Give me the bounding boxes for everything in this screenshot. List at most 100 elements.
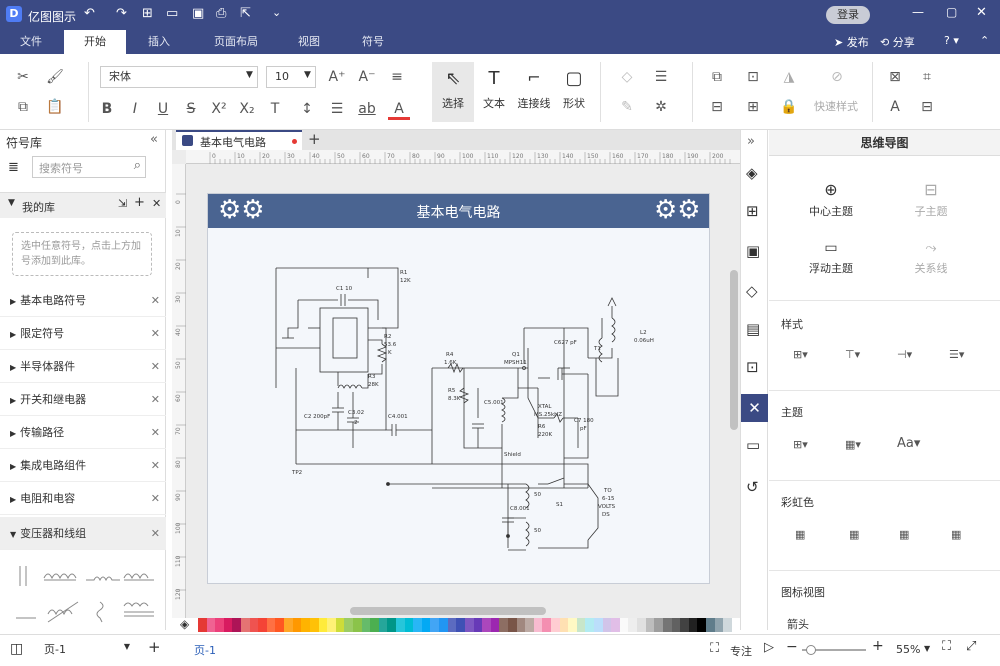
color-swatch[interactable] [327, 618, 336, 632]
color-swatch[interactable] [611, 618, 620, 632]
library-item[interactable]: ▶ 半导体器件 ✕ [0, 350, 166, 383]
color-swatch[interactable] [482, 618, 491, 632]
color-swatch[interactable] [705, 618, 715, 632]
color-swatch[interactable] [688, 618, 698, 632]
grid-icon[interactable]: ⊞ [746, 202, 759, 220]
select-tool[interactable]: ⇖ 选择 [432, 62, 474, 122]
color-swatch[interactable] [714, 618, 724, 632]
history-icon[interactable]: ↺ [746, 478, 759, 496]
color-swatch[interactable] [370, 618, 379, 632]
color-swatch[interactable] [525, 618, 534, 632]
color-swatch[interactable] [645, 618, 655, 632]
cut-icon[interactable]: ✂ [12, 66, 34, 88]
zoom-value[interactable]: 55% [896, 643, 920, 656]
italic-icon[interactable]: I [124, 98, 146, 120]
focus-icon[interactable]: ⛶ [710, 641, 719, 656]
color-swatch[interactable] [266, 618, 276, 632]
library-item[interactable]: ▶ 限定符号 ✕ [0, 317, 166, 350]
collapse-ribbon-icon[interactable]: ⌃ [980, 34, 989, 47]
add-icon[interactable]: + [134, 195, 145, 210]
tab-file[interactable]: 文件 [8, 30, 54, 54]
color-swatch[interactable] [464, 618, 474, 632]
subscript-icon[interactable]: X₂ [236, 98, 258, 120]
color-swatch[interactable] [241, 618, 250, 632]
minimize-icon[interactable]: — [912, 5, 924, 19]
close-icon[interactable]: ✕ [152, 197, 161, 210]
color-swatch[interactable] [654, 618, 663, 632]
bold-icon[interactable]: B [96, 98, 118, 120]
fullscreen-icon[interactable]: ⤢ [966, 639, 976, 654]
underline-icon[interactable]: U [152, 98, 174, 120]
search-input[interactable]: 搜索符号 [39, 160, 83, 176]
shape-tool[interactable]: ▢ 形状 [558, 62, 590, 122]
color-swatch[interactable] [499, 618, 508, 632]
collapse-panel-icon[interactable]: « [150, 132, 158, 147]
close-icon[interactable]: ✕ [976, 5, 987, 20]
color-swatch[interactable] [594, 618, 603, 632]
theme-layout-icon[interactable]: ⊞▾ [793, 438, 808, 451]
color-swatch[interactable] [258, 618, 267, 632]
color-swatch[interactable] [309, 618, 319, 632]
page-view-icon[interactable]: ◫ [10, 641, 23, 657]
canvas-area[interactable]: 0 10 20 30 40 50 60 70 80 90 100 110 120 130 140 150 160… [172, 150, 740, 618]
size-icon[interactable]: ⊞ [742, 96, 764, 118]
color-swatch[interactable] [284, 618, 293, 632]
color-swatch[interactable] [447, 618, 457, 632]
fit-page-icon[interactable]: ⛶ [942, 639, 951, 654]
color-swatch[interactable] [249, 618, 259, 632]
more-icon[interactable]: ⌄ [272, 6, 281, 19]
image-icon[interactable]: ⊟ [916, 96, 938, 118]
font-increase-icon[interactable]: A⁺ [326, 66, 348, 88]
replace-icon[interactable]: A [884, 96, 906, 118]
diagram-title[interactable]: 基本电气电路 [208, 202, 709, 222]
center-topic-button[interactable]: ⊕ 中心主题 [795, 180, 867, 219]
library-item[interactable]: ▶ 基本电路符号 ✕ [0, 284, 166, 317]
color-swatch[interactable] [585, 618, 595, 632]
zoom-slider-handle[interactable] [806, 645, 816, 655]
mindmap-icon[interactable]: ✕ [741, 394, 768, 422]
color-swatch[interactable] [723, 618, 732, 632]
font-color-icon[interactable]: A [388, 98, 410, 120]
tab-view[interactable]: 视图 [286, 30, 332, 54]
picture-icon[interactable]: ▣ [746, 242, 760, 260]
library-item[interactable]: ▶ 传输路径 ✕ [0, 416, 166, 449]
search-box[interactable]: 搜索符号 ⌕ [32, 156, 146, 178]
color-swatch[interactable] [404, 618, 414, 632]
library-item-expanded[interactable]: ▼ 变压器和线组 ✕ [0, 517, 166, 550]
close-icon[interactable]: ✕ [151, 517, 160, 550]
list-icon[interactable]: ☰ [326, 98, 348, 120]
color-swatch[interactable] [542, 618, 551, 632]
my-library-header[interactable]: ▼ 我的库 ⇲ + ✕ [0, 192, 166, 218]
rainbow-option-icon[interactable]: ▦ [951, 528, 961, 541]
effect-icon[interactable]: ✲ [650, 96, 672, 118]
rainbow-option-icon[interactable]: ▦ [795, 528, 805, 541]
rainbow-option-icon[interactable]: ▦ [899, 528, 909, 541]
color-swatch[interactable] [275, 618, 285, 632]
color-swatch[interactable] [413, 618, 422, 632]
copy-icon[interactable]: ⧉ [12, 96, 34, 118]
color-swatch[interactable] [361, 618, 371, 632]
theme-font-icon[interactable]: Aa▾ [897, 436, 920, 451]
document-tab[interactable]: 基本电气电路 [176, 130, 302, 150]
arrange-icon[interactable]: ⧉ [706, 66, 728, 88]
sub-topic-button[interactable]: ⊟ 子主题 [895, 180, 967, 219]
library-item[interactable]: ▶ 集成电路组件 ✕ [0, 449, 166, 482]
new-icon[interactable]: ⊞ [142, 6, 153, 21]
print-icon[interactable]: ⎙ [216, 6, 226, 21]
distribute-icon[interactable]: ⊟ [706, 96, 728, 118]
color-swatch[interactable] [559, 618, 569, 632]
color-swatch[interactable] [301, 618, 310, 632]
color-swatch[interactable] [232, 618, 242, 632]
color-swatch[interactable] [619, 618, 629, 632]
close-icon[interactable]: ✕ [151, 482, 160, 515]
color-swatch[interactable] [550, 618, 560, 632]
close-icon[interactable]: ✕ [151, 317, 160, 350]
page-select[interactable]: 页-1 ▼ [44, 641, 132, 659]
close-icon[interactable]: ✕ [151, 449, 160, 482]
undo-icon[interactable]: ↶ [84, 6, 95, 21]
layout-list-icon[interactable]: ☰▾ [949, 348, 964, 361]
horizontal-scrollbar[interactable] [350, 607, 546, 615]
connector-tool[interactable]: ⌐ 连接线 [514, 62, 554, 122]
color-swatch[interactable] [576, 618, 586, 632]
color-swatch[interactable] [206, 618, 216, 632]
